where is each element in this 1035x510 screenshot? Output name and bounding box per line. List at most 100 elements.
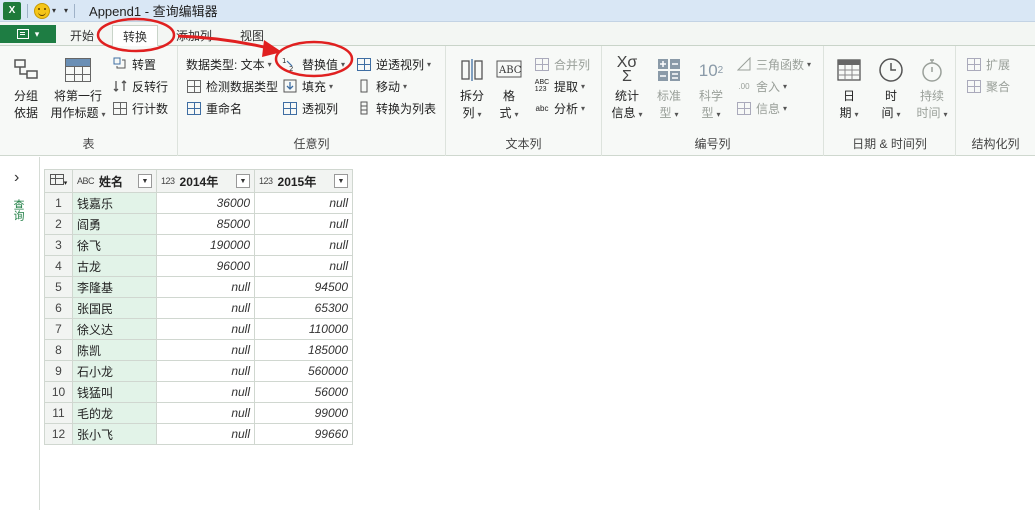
table-row[interactable]: 9 石小龙 null 560000 [44,360,353,382]
table-row[interactable]: 10 钱猛叫 null 56000 [44,381,353,403]
column-header-2014[interactable]: 123 2014年 ▼ [156,169,255,193]
value-cell-2014[interactable]: null [156,297,255,319]
split-column-button[interactable]: 拆分 列 ▾ [454,56,490,123]
value-cell-2015[interactable]: 110000 [254,318,353,340]
name-cell[interactable]: 张小飞 [72,423,157,445]
table-row[interactable]: 12 张小飞 null 99660 [44,423,353,445]
pivot-column-button[interactable]: 透视列 [282,98,338,118]
name-cell[interactable]: 徐义达 [72,318,157,340]
value-cell-2014[interactable]: null [156,402,255,424]
table-row[interactable]: 8 陈凯 null 185000 [44,339,353,361]
queries-pane-label[interactable]: 查询 [12,199,26,221]
row-number: 1 [44,192,73,214]
name-cell[interactable]: 张国民 [72,297,157,319]
name-cell[interactable]: 阎勇 [72,213,157,235]
value-cell-2015[interactable]: null [254,255,353,277]
text-type-icon[interactable]: ABC [77,176,95,186]
extract-button[interactable]: ABC 123 提取 ▾ [534,76,585,96]
value-cell-2014[interactable]: null [156,276,255,298]
duration-button[interactable]: 持续 时间 ▾ [912,56,952,123]
date-button[interactable]: 日 期 ▾ [830,56,868,123]
quick-access-dropdown-icon[interactable]: ▾ [52,6,56,15]
value-cell-2015[interactable]: 99000 [254,402,353,424]
rounding-button[interactable]: .00 舍入 ▾ [736,76,787,96]
information-button[interactable]: 信息 ▾ [736,98,787,118]
table-row[interactable]: 5 李隆基 null 94500 [44,276,353,298]
name-cell[interactable]: 李隆基 [72,276,157,298]
name-cell[interactable]: 石小龙 [72,360,157,382]
tab-add-column[interactable]: 添加列 [170,25,218,46]
scientific-button[interactable]: 10 2 科学 型 ▾ [692,56,730,123]
column-header-name[interactable]: ABC 姓名 ▼ [72,169,157,193]
table-row[interactable]: 6 张国民 null 65300 [44,297,353,319]
tab-view[interactable]: 视图 [232,25,272,46]
value-cell-2014[interactable]: 190000 [156,234,255,256]
reverse-rows-button[interactable]: 反转行 [112,76,168,96]
column-filter-dropdown-icon[interactable]: ▼ [138,174,152,188]
name-cell[interactable]: 徐飞 [72,234,157,256]
table-row[interactable]: 1 钱嘉乐 36000 null [44,192,353,214]
column-filter-dropdown-icon[interactable]: ▼ [334,174,348,188]
tab-home[interactable]: 开始 [62,25,102,46]
convert-to-list-button[interactable]: 转换为列表 [356,98,436,118]
trigonometry-button[interactable]: 三角函数 ▾ [736,54,811,74]
value-cell-2014[interactable]: null [156,423,255,445]
select-all-corner[interactable]: ▾ [44,169,73,193]
value-cell-2014[interactable]: 96000 [156,255,255,277]
group-structured-column: 扩展 聚合 结构化列 [956,46,1035,156]
column-header-2015[interactable]: 123 2015年 ▼ [254,169,353,193]
count-rows-button[interactable]: 行计数 [112,98,168,118]
value-cell-2014[interactable]: 85000 [156,213,255,235]
table-row[interactable]: 11 毛的龙 null 99000 [44,402,353,424]
format-button[interactable]: ABC 格 式 ▾ [492,56,526,123]
value-cell-2015[interactable]: 99660 [254,423,353,445]
aggregate-button[interactable]: 聚合 [966,76,1010,96]
merge-columns-button[interactable]: 合并列 [534,54,590,74]
value-cell-2015[interactable]: 560000 [254,360,353,382]
group-by-button[interactable]: 分组 依据 [8,56,44,122]
file-menu-button[interactable]: ▾ [0,25,56,43]
number-type-icon[interactable]: 123 [161,176,175,186]
transpose-button[interactable]: 转置 [112,54,156,74]
name-cell[interactable]: 钱猛叫 [72,381,157,403]
value-cell-2014[interactable]: null [156,318,255,340]
name-cell[interactable]: 陈凯 [72,339,157,361]
value-cell-2015[interactable]: 56000 [254,381,353,403]
value-cell-2015[interactable]: 65300 [254,297,353,319]
tab-transform[interactable]: 转换 [112,25,158,47]
fill-button[interactable]: 填充 ▾ [282,76,333,96]
standard-button[interactable]: 标准 型 ▾ [650,56,688,123]
value-cell-2014[interactable]: null [156,360,255,382]
value-cell-2015[interactable]: null [254,192,353,214]
value-cell-2015[interactable]: 185000 [254,339,353,361]
value-cell-2015[interactable]: null [254,234,353,256]
expand-button[interactable]: 扩展 [966,54,1010,74]
detect-data-type-button[interactable]: 检测数据类型 [186,76,278,96]
feedback-smiley-icon[interactable] [34,2,50,19]
use-first-row-as-headers-button[interactable]: 将第一行 用作标题 ▾ [48,56,108,123]
value-cell-2015[interactable]: null [254,213,353,235]
data-type-dropdown[interactable]: 数据类型: 文本 ▾ [186,54,272,74]
value-cell-2015[interactable]: 94500 [254,276,353,298]
number-type-icon[interactable]: 123 [259,176,273,186]
statistics-button[interactable]: Xσ Σ 统计 信息 ▾ [608,55,646,123]
name-cell[interactable]: 钱嘉乐 [72,192,157,214]
table-row[interactable]: 3 徐飞 190000 null [44,234,353,256]
unpivot-columns-button[interactable]: 逆透视列 ▾ [356,54,431,74]
move-button[interactable]: 移动 ▾ [356,76,407,96]
name-cell[interactable]: 毛的龙 [72,402,157,424]
name-cell[interactable]: 古龙 [72,255,157,277]
expand-queries-chevron-icon[interactable]: › [14,169,19,187]
customize-toolbar-icon[interactable]: ▾ [64,6,68,15]
value-cell-2014[interactable]: null [156,381,255,403]
column-filter-dropdown-icon[interactable]: ▼ [236,174,250,188]
rename-button[interactable]: 重命名 [186,98,242,118]
table-row[interactable]: 7 徐义达 null 110000 [44,318,353,340]
table-row[interactable]: 2 阎勇 85000 null [44,213,353,235]
value-cell-2014[interactable]: null [156,339,255,361]
replace-values-button[interactable]: 12 替换值 ▾ [282,54,345,74]
value-cell-2014[interactable]: 36000 [156,192,255,214]
parse-button[interactable]: abc 分析 ▾ [534,98,585,118]
time-button[interactable]: 时 间 ▾ [872,56,910,123]
table-row[interactable]: 4 古龙 96000 null [44,255,353,277]
